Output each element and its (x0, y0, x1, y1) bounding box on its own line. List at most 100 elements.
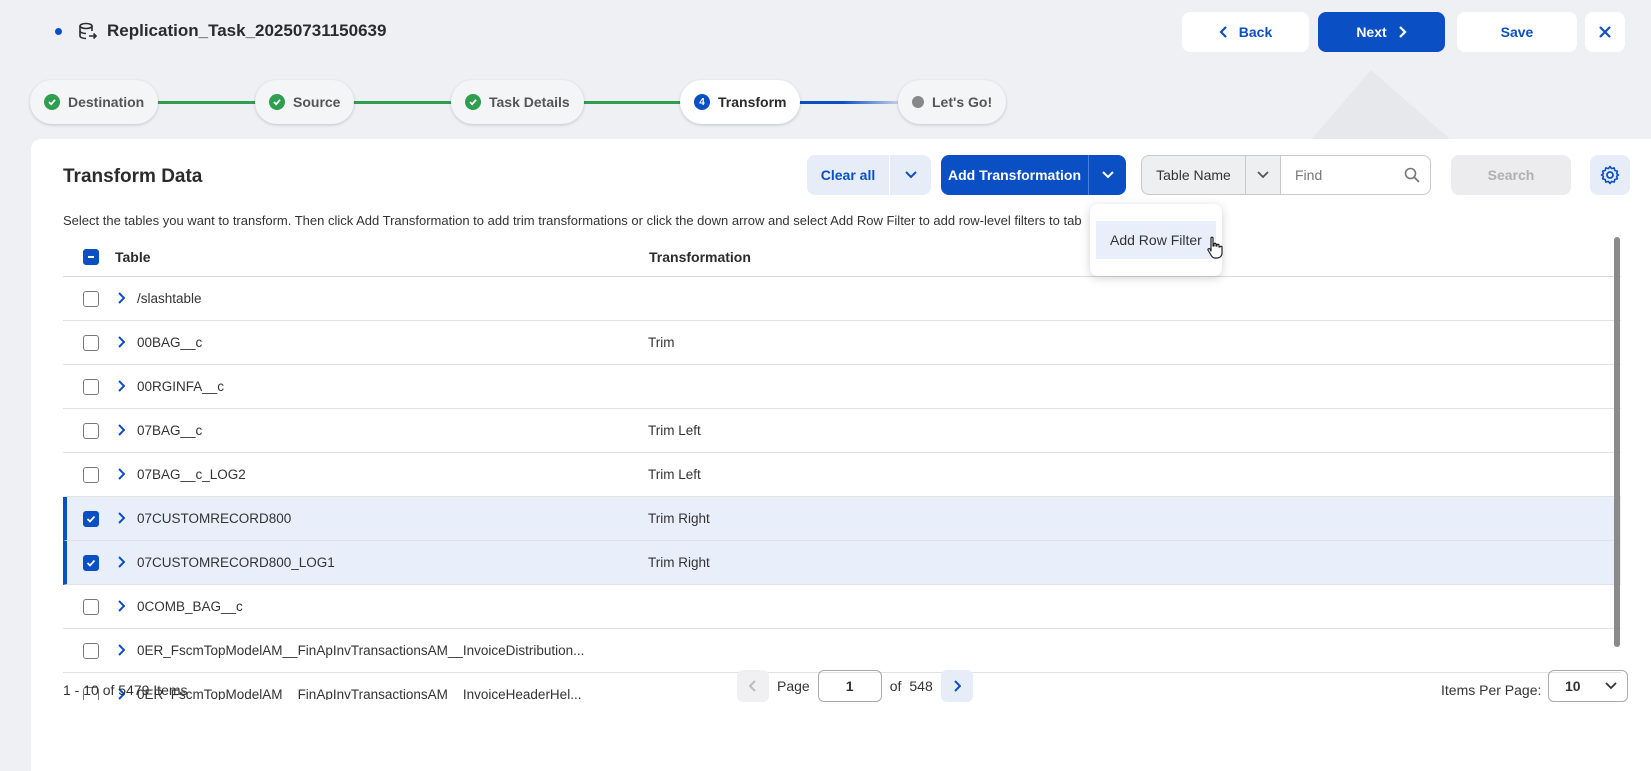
column-header-transformation[interactable]: Transformation (649, 249, 751, 265)
table-name: 07CUSTOMRECORD800 (137, 511, 292, 526)
clear-all-split-button: Clear all (807, 155, 931, 195)
add-transformation-dropdown-toggle[interactable] (1088, 155, 1126, 195)
pagination: Page 1 of 548 (737, 670, 973, 702)
expand-chevron-icon[interactable] (117, 468, 125, 480)
step-source[interactable]: Source (255, 80, 355, 124)
transformation-value: Trim Left (648, 423, 701, 438)
table-name: /slashtable (137, 291, 202, 306)
table-row[interactable]: 07CUSTOMRECORD800_LOG1 Trim Right (63, 541, 1621, 585)
expand-chevron-icon[interactable] (117, 512, 125, 524)
search-icon (1404, 167, 1420, 183)
row-checkbox[interactable] (83, 378, 99, 395)
save-button[interactable]: Save (1457, 12, 1577, 52)
expand-chevron-icon[interactable] (117, 292, 125, 304)
step-connector (348, 101, 458, 104)
table-row[interactable]: 07BAG__c Trim Left (63, 409, 1621, 453)
clear-all-dropdown-toggle[interactable] (889, 155, 931, 195)
row-checkbox[interactable] (83, 422, 99, 439)
row-checkbox[interactable] (83, 510, 99, 527)
transform-panel: Transform Data Clear all Add Transformat… (31, 139, 1651, 771)
expand-chevron-icon[interactable] (117, 424, 125, 436)
find-field (1281, 155, 1431, 195)
step-label: Source (293, 94, 341, 110)
next-button[interactable]: Next (1318, 12, 1445, 52)
chevron-left-icon (749, 680, 756, 692)
tables-grid: Table Transformation /slashtable 00BAG__… (63, 237, 1621, 700)
step-lets-go[interactable]: Let's Go! (898, 80, 1007, 124)
search-field-toggle[interactable] (1246, 171, 1280, 179)
back-button[interactable]: Back (1182, 12, 1309, 52)
task-title: Replication_Task_20250731150639 (107, 21, 387, 40)
of-label: of (889, 678, 902, 694)
transformation-value: Trim Right (648, 555, 710, 570)
items-count: 1 - 10 of 5479 Items (63, 682, 188, 698)
page-number-input[interactable]: 1 (817, 670, 882, 702)
search-button[interactable]: Search (1451, 155, 1571, 195)
check-circle-icon (465, 94, 481, 110)
table-row[interactable]: /slashtable (63, 277, 1621, 321)
save-button-label: Save (1500, 24, 1534, 40)
settings-button[interactable] (1590, 155, 1630, 195)
expand-chevron-icon[interactable] (117, 644, 125, 656)
prev-page-button[interactable] (737, 670, 769, 702)
close-button[interactable] (1585, 12, 1625, 52)
close-icon (1599, 26, 1611, 38)
next-button-label: Next (1356, 24, 1387, 40)
items-per-page-value: 10 (1565, 678, 1581, 694)
chevron-down-icon (1101, 171, 1114, 179)
row-checkbox[interactable] (83, 290, 99, 307)
table-row[interactable]: 0ER_FscmTopModelAM__FinApInvTransactions… (63, 629, 1621, 673)
add-transformation-button[interactable]: Add Transformation (941, 155, 1088, 195)
table-row[interactable]: 07CUSTOMRECORD800 Trim Right (63, 497, 1621, 541)
add-transformation-split-button: Add Transformation (941, 155, 1126, 195)
expand-chevron-icon[interactable] (117, 556, 125, 568)
next-page-button[interactable] (940, 670, 973, 702)
instructions-text: Select the tables you want to transform.… (63, 213, 1082, 228)
row-checkbox[interactable] (83, 466, 99, 483)
expand-chevron-icon[interactable] (117, 336, 125, 348)
transformation-value: Trim Right (648, 511, 710, 526)
minus-icon (88, 255, 94, 258)
menu-item-add-row-filter[interactable]: Add Row Filter (1096, 221, 1216, 259)
column-header-table[interactable]: Table (115, 249, 151, 265)
table-name: 0ER_FscmTopModelAM__FinApInvTransactions… (137, 687, 582, 700)
table-row[interactable]: 07BAG__c_LOG2 Trim Left (63, 453, 1621, 497)
chevron-left-icon (1219, 26, 1227, 38)
table-row[interactable]: 00RGINFA__c (63, 365, 1621, 409)
select-all-checkbox[interactable] (83, 248, 99, 265)
transformation-value: Trim (648, 335, 675, 350)
wizard-stepper: Destination Source Task Details 4 Transf… (0, 80, 1651, 126)
row-checkbox[interactable] (83, 598, 99, 615)
table-row[interactable]: 0COMB_BAG__c (63, 585, 1621, 629)
check-circle-icon (269, 94, 285, 110)
checkmark-icon (86, 559, 96, 567)
step-destination[interactable]: Destination (30, 80, 159, 124)
clear-all-button[interactable]: Clear all (807, 155, 889, 195)
table-name: 07BAG__c_LOG2 (137, 467, 246, 482)
checkmark-icon (86, 515, 96, 523)
step-transform[interactable]: 4 Transform (680, 80, 801, 124)
items-per-page-select[interactable]: 10 (1548, 670, 1628, 702)
find-input[interactable] (1295, 157, 1405, 193)
expand-chevron-icon[interactable] (117, 600, 125, 612)
panel-title: Transform Data (63, 166, 203, 187)
search-field-value: Table Name (1142, 156, 1246, 194)
row-checkbox[interactable] (83, 334, 99, 351)
hand-pointer-cursor-icon (1207, 236, 1223, 259)
gear-icon (1600, 165, 1620, 185)
unsaved-indicator-dot (55, 28, 62, 35)
table-row[interactable]: 00BAG__c Trim (63, 321, 1621, 365)
search-field-select[interactable]: Table Name (1141, 155, 1281, 195)
row-checkbox[interactable] (83, 642, 99, 659)
table-name: 0COMB_BAG__c (137, 599, 243, 614)
step-task-details[interactable]: Task Details (451, 80, 584, 124)
transformation-value: Trim Left (648, 467, 701, 482)
table-scrollbar[interactable] (1614, 237, 1620, 647)
replication-task-icon (79, 22, 98, 40)
step-number-badge: 4 (694, 94, 710, 110)
chevron-down-icon (904, 171, 917, 179)
row-checkbox[interactable] (83, 554, 99, 571)
expand-chevron-icon[interactable] (117, 380, 125, 392)
page-label: Page (777, 678, 810, 694)
back-button-label: Back (1238, 24, 1273, 40)
